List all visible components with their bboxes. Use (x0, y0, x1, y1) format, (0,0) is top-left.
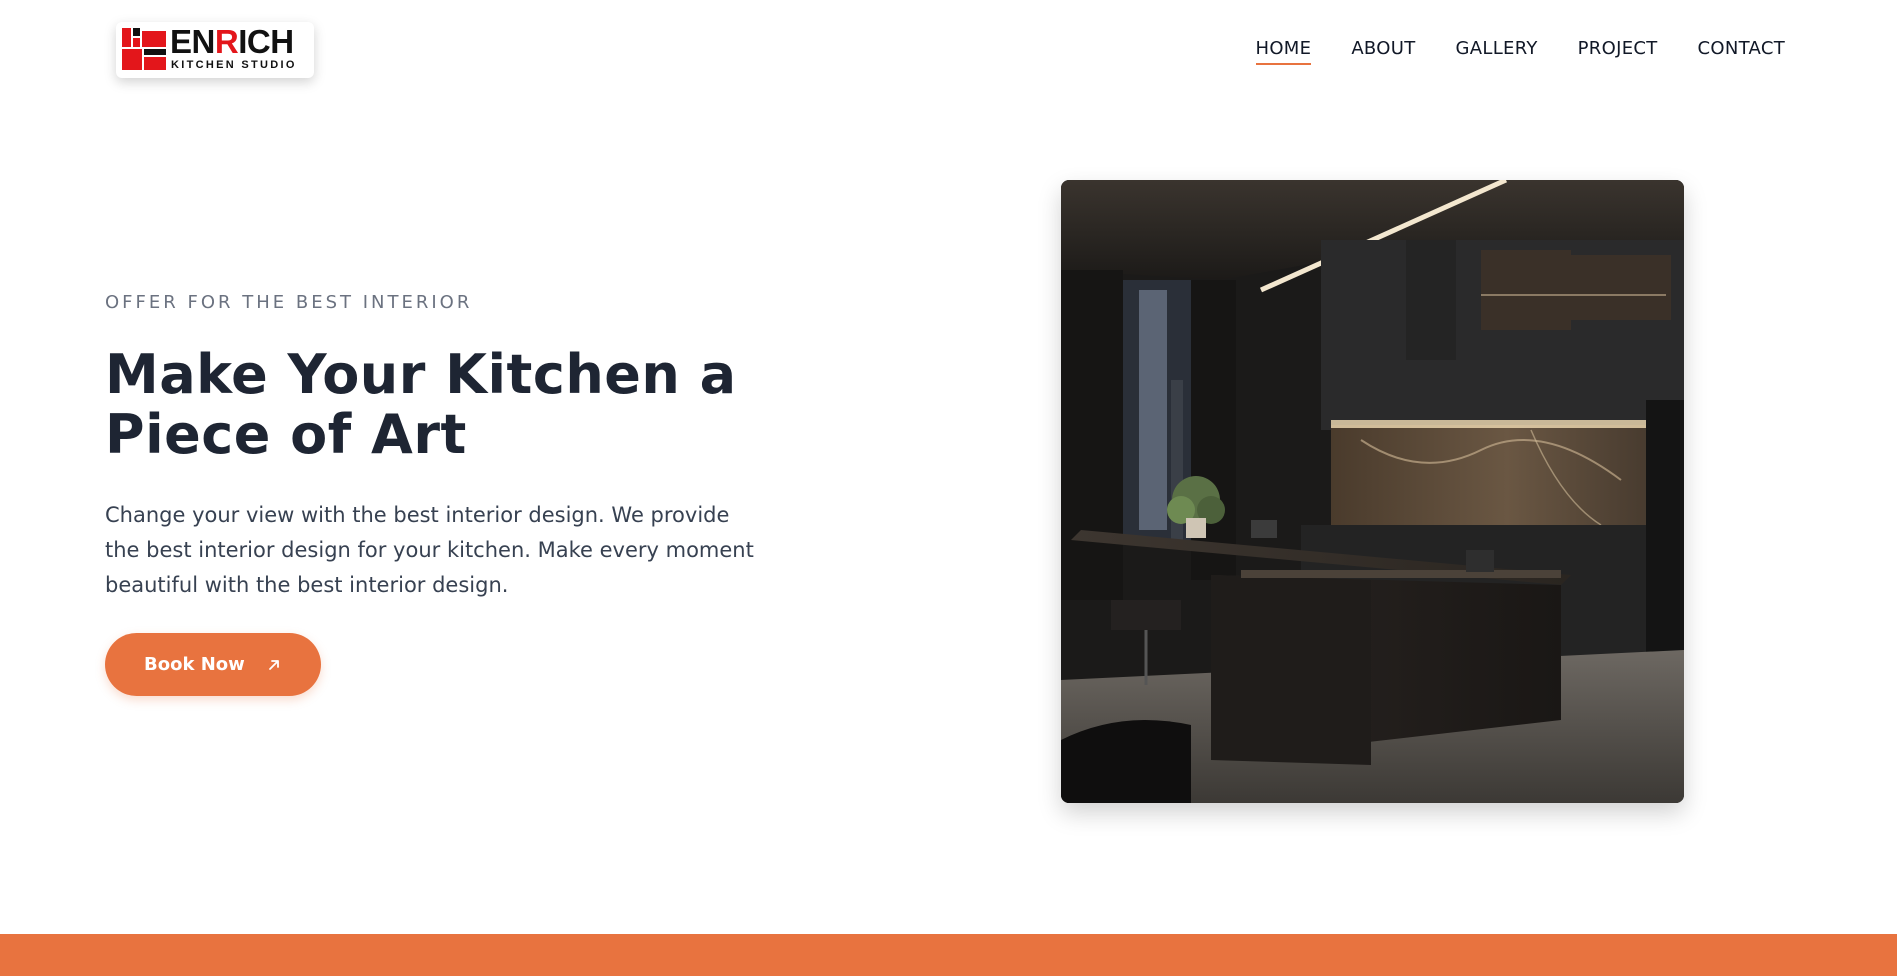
book-now-label: Book Now (144, 654, 245, 675)
brand-logo[interactable]: ENRICH KITCHEN STUDIO (116, 22, 314, 78)
logo-subtitle: KITCHEN STUDIO (171, 59, 297, 71)
kitchen-hero-image (1061, 180, 1684, 803)
site-header: ENRICH KITCHEN STUDIO HOME ABOUT GALLERY… (0, 0, 1897, 100)
nav-item-project[interactable]: PROJECT (1578, 38, 1658, 65)
logo-mark-icon (122, 28, 166, 70)
hero-description: Change your view with the best interior … (105, 503, 754, 597)
nav-item-gallery[interactable]: GALLERY (1456, 38, 1538, 65)
logo-wordmark: ENRICH (170, 23, 294, 60)
arrow-up-right-icon (268, 659, 279, 670)
nav-item-about[interactable]: ABOUT (1351, 38, 1415, 65)
accent-band (0, 934, 1897, 976)
nav-item-home[interactable]: HOME (1255, 38, 1312, 65)
main-nav: HOME ABOUT GALLERY PROJECT CONTACT (1255, 38, 1786, 65)
hero-eyebrow: OFFER FOR THE BEST INTERIOR (105, 292, 473, 313)
book-now-button[interactable]: Book Now (105, 633, 321, 696)
hero-title: Make Your Kitchen a Piece of Art (105, 343, 737, 466)
nav-item-contact[interactable]: CONTACT (1698, 38, 1785, 65)
kitchen-illustration (1061, 180, 1684, 803)
